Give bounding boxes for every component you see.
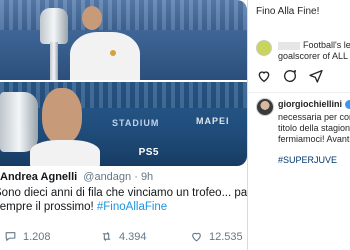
caption-line-2: titolo della stagione. xyxy=(278,123,350,133)
caption-line-3: fermiamoci! Avanti c xyxy=(278,134,350,144)
tweet-image-chiellini-trophy[interactable]: STADIUM MAPEI PS5 xyxy=(0,82,247,166)
comment-1-line1: Football's leade xyxy=(278,40,350,51)
author-handle[interactable]: @andagn xyxy=(83,171,131,183)
commenter-avatar[interactable] xyxy=(256,40,272,56)
reply-count: 1.208 xyxy=(23,230,51,243)
like-count: 12.535 xyxy=(209,230,243,243)
verified-badge-icon xyxy=(344,100,350,110)
tweet-text-line1: Sono dieci anni di fila che vinciamo un … xyxy=(0,187,247,199)
comment-1-line2: goalscorer of ALL TIM xyxy=(278,51,350,61)
tweet-card: STADIUM MAPEI PS5 Andrea Agnelli @andagn… xyxy=(0,0,247,250)
medal xyxy=(110,50,116,56)
chiellini-username-row: giorgiochiellini xyxy=(278,99,350,110)
blurred-username xyxy=(278,41,300,50)
share-icon[interactable] xyxy=(308,68,324,84)
like-button[interactable]: 12.535 xyxy=(190,230,243,243)
tweet-text-line2-prefix: sempre il prossimo! xyxy=(0,201,97,213)
separator: · xyxy=(131,171,141,183)
retweet-count: 4.394 xyxy=(119,230,147,243)
reply-button[interactable]: 1.208 xyxy=(4,230,51,243)
tweet-image-ronaldo-trophy[interactable] xyxy=(0,0,247,80)
comment-1: Football's leade goalscorer of ALL TIM xyxy=(278,40,350,62)
player-shirt xyxy=(70,32,140,80)
chiellini-username[interactable]: giorgiochiellini xyxy=(278,99,342,109)
retweet-icon xyxy=(102,232,111,241)
comment-1-text: Football's leade xyxy=(303,40,350,50)
tweet-text: Sono dieci anni di fila che vinciamo un … xyxy=(0,186,247,214)
chiellini-post: giorgiochiellini necessaria per conqu ti… xyxy=(278,99,350,166)
player-face xyxy=(42,88,82,144)
banner-stadium: STADIUM xyxy=(112,118,160,128)
instagram-panel: Fino Alla Fine! Football's leade goalsco… xyxy=(247,0,350,250)
tweet-text-line2: sempre il prossimo! #FinoAllaFine xyxy=(0,200,247,214)
player-shirt xyxy=(30,140,100,166)
tweet-time[interactable]: 9h xyxy=(141,171,153,183)
author-name[interactable]: Andrea Agnelli xyxy=(0,171,77,183)
divider xyxy=(248,92,350,93)
player-head xyxy=(82,6,102,30)
chiellini-avatar[interactable] xyxy=(256,98,274,116)
instagram-action-bar xyxy=(256,68,324,84)
reply-icon xyxy=(5,232,16,241)
tweet-actions: 1.208 4.394 12.535 xyxy=(0,230,247,246)
heart-icon xyxy=(192,232,201,242)
heart-icon[interactable] xyxy=(256,68,272,84)
hashtag-link[interactable]: #FinoAllaFine xyxy=(97,201,167,213)
trophy-stem xyxy=(50,42,58,80)
banner-mapei: MAPEI xyxy=(196,116,230,126)
tweet-header: Andrea Agnelli @andagn · 9h xyxy=(0,171,153,183)
banner-ps5: PS5 xyxy=(138,147,159,158)
instagram-caption-top: Fino Alla Fine! xyxy=(256,6,320,17)
trophy-cup xyxy=(40,8,68,44)
retweet-button[interactable]: 4.394 xyxy=(100,230,147,243)
superjuve-hashtag[interactable]: #SUPERJUVE xyxy=(278,155,350,166)
stadium-crowd xyxy=(0,0,247,30)
trophy-cup xyxy=(0,92,38,152)
comment-icon[interactable] xyxy=(282,68,298,84)
caption-line-1: necessaria per conqu xyxy=(278,112,350,122)
